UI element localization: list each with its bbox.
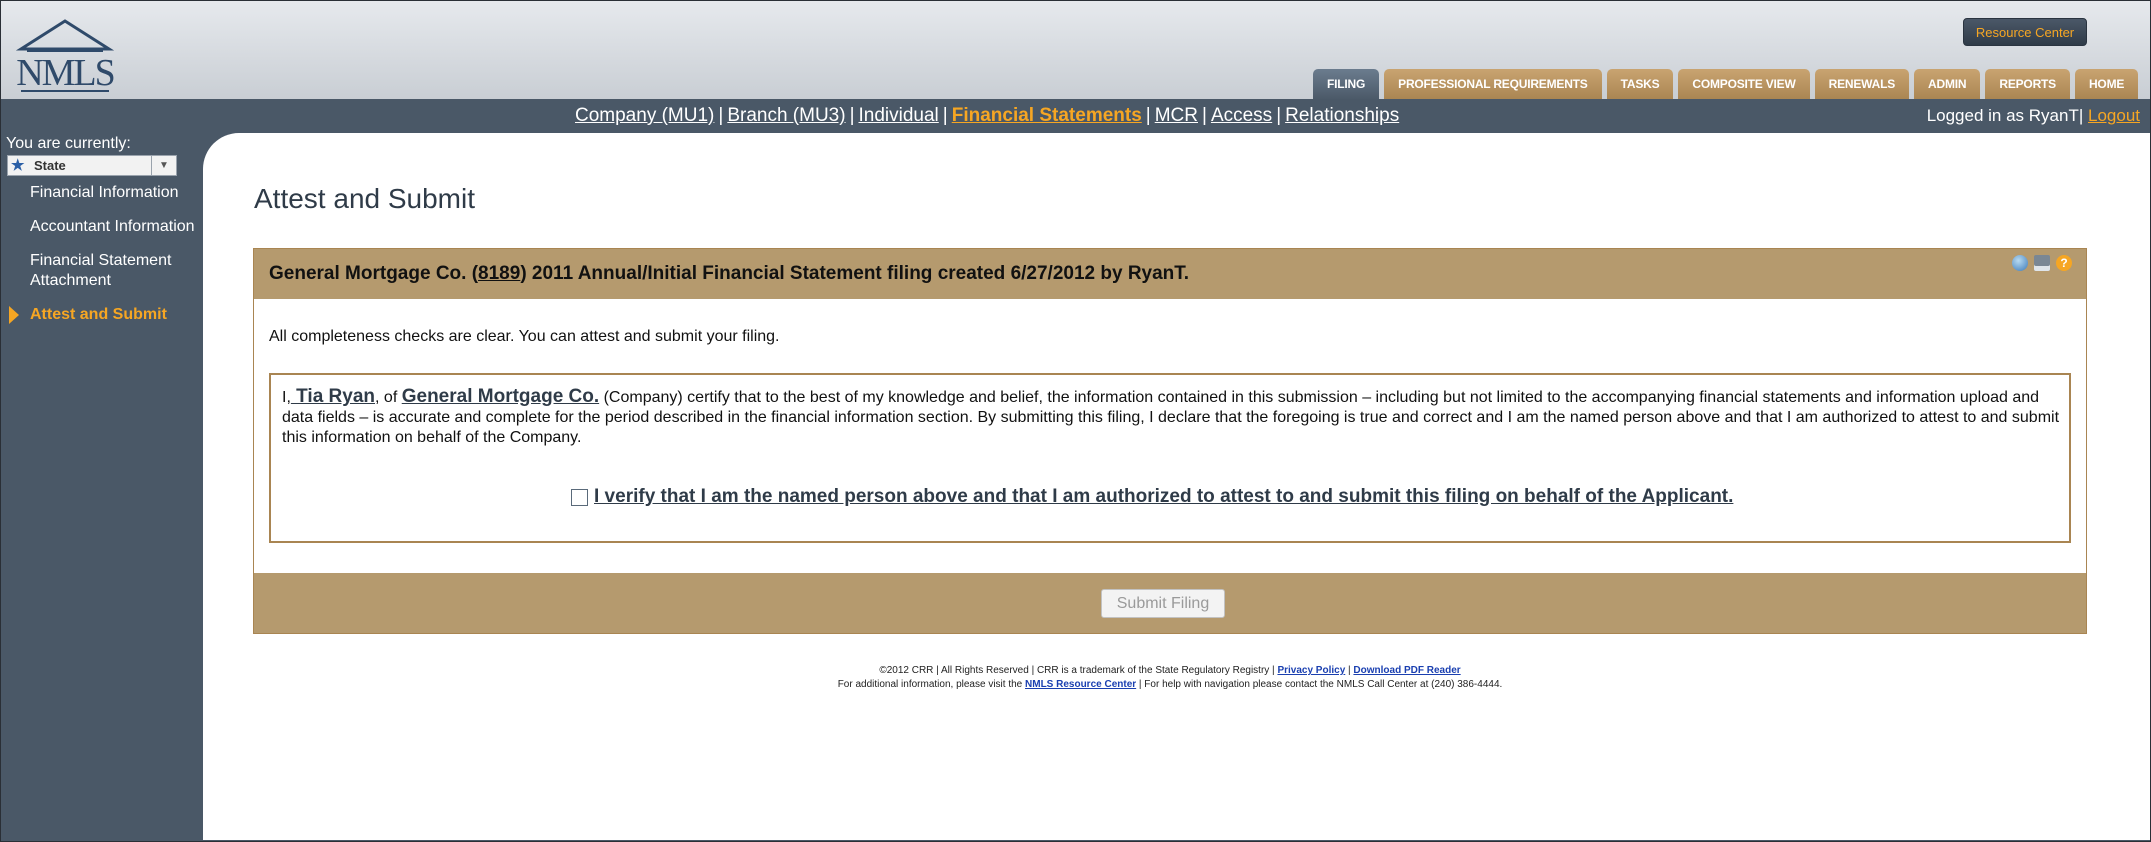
sidebar-item-financial-statement-attachment[interactable]: Financial Statement Attachment [1,251,201,291]
nmls-resource-center-link[interactable]: NMLS Resource Center [1025,679,1136,690]
separator: | [1145,105,1151,126]
state-dropdown[interactable]: ★ State ▼ [7,155,177,176]
tab-reports[interactable]: REPORTS [1985,69,2070,100]
separator: | [2078,106,2084,125]
filing-header-text: General Mortgage Co. ( [269,263,479,284]
subnav-link-relationships[interactable]: Relationships [1285,105,1399,126]
separator: | [942,105,948,126]
attesting-person-name: Tia Ryan [290,386,376,407]
app-header: NMLS Resource Center FILING PROFESSIONAL… [1,1,2150,100]
subnav-links: Company (MU1) | Branch (MU3) | Individual | Fi… [575,99,1399,133]
attestation-box: I, Tia Ryan, of General Mortgage Co. (Co… [269,373,2071,543]
tab-home[interactable]: HOME [2074,69,2139,100]
attesting-company-name: General Mortgage Co. [401,386,600,407]
logged-in-text: Logged in as RyanT [1926,106,2079,125]
separator: | [718,105,724,126]
svg-text:NMLS: NMLS [16,52,114,94]
state-dropdown-value: State [34,158,66,173]
footer-line-2: For additional information, please visit… [253,678,2087,692]
filing-panel: General Mortgage Co. (8189) 2011 Annual/… [253,248,2087,634]
attest-i: I, [282,389,291,406]
verify-row: I verify that I am the named person abov… [571,487,1733,507]
subnav-link-access[interactable]: Access [1211,105,1272,126]
separator: | [1276,105,1282,126]
privacy-policy-link[interactable]: Privacy Policy [1277,665,1345,676]
submit-filing-button[interactable]: Submit Filing [1101,589,1225,618]
completeness-message: All completeness checks are clear. You c… [269,328,780,345]
nmls-logo: NMLS [15,19,116,94]
help-icon[interactable]: ? [2056,255,2072,271]
call-center-text: | For help with navigation please contac… [1136,679,1503,690]
main-content: Attest and Submit General Mortgage Co. (… [203,133,2150,840]
resource-center-button[interactable]: Resource Center [1963,18,2087,46]
globe-icon[interactable] [2012,255,2028,271]
copyright-text: ©2012 CRR | All Rights Reserved | CRR is… [879,665,1278,676]
star-icon: ★ [11,157,25,174]
you-are-currently-label: You are currently: [6,135,131,152]
sub-navigation: Company (MU1) | Branch (MU3) | Individual | Fi… [1,99,2150,133]
company-id-link[interactable]: 8189 [478,263,520,284]
attest-of: , of [375,389,402,406]
tab-composite-view[interactable]: COMPOSITE VIEW [1678,69,1810,100]
verify-checkbox[interactable] [571,488,588,506]
main-tabs: FILING PROFESSIONAL REQUIREMENTS TASKS C… [1313,69,2143,100]
panel-header: General Mortgage Co. (8189) 2011 Annual/… [254,249,2086,299]
filing-header-text-rest: ) 2011 Annual/Initial Financial Statemen… [520,263,1190,284]
sidebar-item-financial-information[interactable]: Financial Information [1,183,201,203]
subnav-link-company[interactable]: Company (MU1) [575,105,714,126]
separator: | [1202,105,1207,126]
tab-renewals[interactable]: RENEWALS [1814,69,1910,100]
additional-info-text: For additional information, please visit… [837,679,1026,690]
subnav-link-mcr[interactable]: MCR [1155,105,1198,126]
sidebar-item-attest-and-submit[interactable]: Attest and Submit [1,305,201,325]
tab-filing[interactable]: FILING [1313,69,1380,100]
sidebar-menu: Financial Information Accountant Informa… [1,183,201,339]
separator: | [849,105,855,126]
verify-label[interactable]: I verify that I am the named person abov… [594,487,1733,507]
tab-tasks[interactable]: TASKS [1606,69,1674,100]
page-footer: ©2012 CRR | All Rights Reserved | CRR is… [253,664,2087,692]
logout-link[interactable]: Logout [2088,106,2140,125]
download-pdf-reader-link[interactable]: Download PDF Reader [1353,665,1460,676]
subnav-link-branch[interactable]: Branch (MU3) [727,105,845,126]
page-title: Attest and Submit [254,183,476,214]
print-icon[interactable] [2034,255,2050,271]
subnav-link-financial-statements[interactable]: Financial Statements [952,105,1142,126]
panel-header-icons: ? [2012,255,2072,271]
login-status: Logged in as RyanT| Logout [1927,99,2140,133]
tab-professional-requirements[interactable]: PROFESSIONAL REQUIREMENTS [1384,69,1602,100]
sidebar-item-accountant-information[interactable]: Accountant Information [1,217,201,237]
subnav-link-individual[interactable]: Individual [859,105,939,126]
footer-line-1: ©2012 CRR | All Rights Reserved | CRR is… [253,664,2087,678]
tab-admin[interactable]: ADMIN [1914,69,1981,100]
left-sidebar: You are currently: ★ State ▼ Financial I… [1,133,201,840]
chevron-down-icon[interactable]: ▼ [151,156,176,175]
panel-footer: Submit Filing [254,573,2086,633]
